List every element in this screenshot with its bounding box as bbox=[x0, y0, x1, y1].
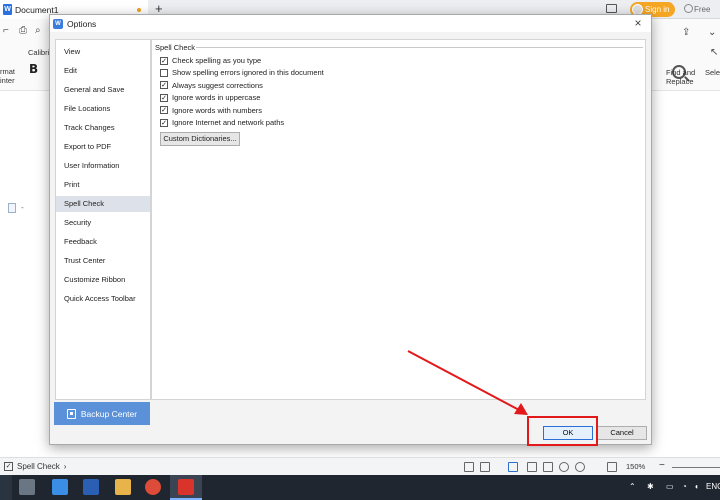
sign-in-label: Sign in bbox=[645, 5, 670, 14]
screen-icon[interactable] bbox=[606, 4, 617, 13]
print-layout-icon[interactable] bbox=[508, 462, 518, 472]
zoom-slider[interactable] bbox=[672, 467, 720, 468]
close-icon[interactable]: × bbox=[631, 16, 645, 30]
option-ignore-words-in-uppercase[interactable]: ✓ Ignore words in uppercase bbox=[160, 93, 260, 102]
nav-item-view[interactable]: View bbox=[56, 44, 150, 60]
eye-protect-icon[interactable] bbox=[575, 462, 585, 472]
battery-icon[interactable]: ▭ bbox=[666, 482, 674, 491]
print-icon[interactable]: ⎙ bbox=[19, 25, 27, 36]
status-bar: ✓ Spell Check › 150% − bbox=[0, 457, 720, 475]
nav-item-track-changes[interactable]: Track Changes bbox=[56, 120, 150, 136]
checkbox-icon[interactable]: ✓ bbox=[160, 93, 168, 102]
notes-app-icon[interactable] bbox=[52, 479, 68, 495]
select-icon[interactable]: ↖ bbox=[710, 47, 718, 58]
select-label: Selec bbox=[705, 68, 720, 77]
doc-edit-icon[interactable] bbox=[480, 462, 490, 472]
option-label: Ignore words in uppercase bbox=[172, 93, 261, 103]
option-label: Show spelling errors ignored in this doc… bbox=[172, 68, 324, 78]
font-name-box[interactable]: Calibri bbox=[28, 48, 49, 57]
nav-item-edit[interactable]: Edit bbox=[56, 63, 150, 79]
option-ignore-words-with-numbers[interactable]: ✓ Ignore words with numbers bbox=[160, 106, 262, 115]
checkbox-icon[interactable] bbox=[160, 68, 168, 77]
free-icon bbox=[684, 4, 693, 13]
nav-item-general-and-save[interactable]: General and Save bbox=[56, 82, 150, 98]
nav-item-file-locations[interactable]: File Locations bbox=[56, 101, 150, 117]
option-label: Check spelling as you type bbox=[172, 56, 262, 65]
browser-app-icon[interactable] bbox=[145, 479, 161, 495]
nav-item-user-information[interactable]: User Information bbox=[56, 158, 150, 174]
reading-view-icon[interactable] bbox=[543, 462, 553, 472]
custom-dictionaries-button[interactable]: Custom Dictionaries... bbox=[160, 132, 240, 146]
backup-icon bbox=[66, 408, 76, 419]
format-painter-label-1: rmat bbox=[0, 67, 15, 76]
tray-chevron-icon[interactable]: ⌃ bbox=[629, 482, 636, 491]
status-spell-check[interactable]: ✓ Spell Check › bbox=[4, 462, 66, 471]
volume-icon[interactable]: ◖ bbox=[694, 482, 699, 491]
status-spell-label: Spell Check bbox=[17, 462, 60, 471]
option-always-suggest-corrections[interactable]: ✓ Always suggest corrections bbox=[160, 81, 263, 90]
option-check-spelling-as-you-type[interactable]: ✓ Check spelling as you type bbox=[160, 56, 261, 65]
nav-item-spell-check[interactable]: Spell Check bbox=[56, 196, 150, 212]
folder-app-icon[interactable] bbox=[115, 479, 131, 495]
nav-item-print[interactable]: Print bbox=[56, 177, 150, 193]
chevron-down-icon[interactable]: ⌄ bbox=[708, 27, 716, 38]
unsaved-dot-icon bbox=[137, 8, 141, 12]
share-icon[interactable]: ⇪ bbox=[682, 27, 690, 38]
doc-protect-icon[interactable] bbox=[464, 462, 474, 472]
free-label[interactable]: Free bbox=[694, 5, 710, 14]
wifi-icon[interactable]: ◔ bbox=[682, 482, 687, 491]
option-label: Ignore Internet and network paths bbox=[172, 118, 285, 127]
checkbox-icon[interactable]: ✓ bbox=[160, 56, 168, 65]
language-indicator[interactable]: ENG bbox=[706, 482, 720, 491]
page-dash: - bbox=[21, 203, 24, 212]
zoom-level[interactable]: 150% bbox=[626, 462, 645, 471]
document-tab-label: Document1 bbox=[15, 4, 59, 15]
bluetooth-icon[interactable]: ✱ bbox=[647, 482, 654, 491]
format-painter-label-2: inter bbox=[0, 76, 15, 85]
find-replace-label-1: Find and bbox=[666, 68, 696, 77]
section-divider bbox=[196, 47, 643, 48]
web-view-icon[interactable] bbox=[559, 462, 569, 472]
nav-item-trust-center[interactable]: Trust Center bbox=[56, 253, 150, 269]
option-ignore-internet-and-network-paths[interactable]: ✓ Ignore Internet and network paths bbox=[160, 118, 284, 127]
spell-check-panel: Spell Check ✓ Check spelling as you type S… bbox=[151, 39, 646, 400]
option-show-spelling-errors-ignored-in-this-document[interactable]: Show spelling errors ignored in this doc… bbox=[160, 68, 324, 77]
find-replace-label-2: Replace bbox=[666, 77, 694, 86]
dialog-title: Options bbox=[67, 18, 97, 29]
preview-icon[interactable]: ⌕ bbox=[35, 25, 41, 36]
outline-view-icon[interactable] bbox=[527, 462, 537, 472]
backup-center-button[interactable]: Backup Center bbox=[54, 402, 150, 425]
nav-item-quick-access-toolbar[interactable]: Quick Access Toolbar bbox=[56, 291, 150, 307]
file-explorer-icon[interactable] bbox=[19, 479, 35, 495]
word-app-icon[interactable] bbox=[83, 479, 99, 495]
cancel-button[interactable]: Cancel bbox=[597, 426, 647, 440]
checkbox-icon[interactable]: ✓ bbox=[160, 118, 168, 127]
spell-check-icon: ✓ bbox=[4, 462, 13, 471]
option-label: Always suggest corrections bbox=[172, 80, 263, 90]
taskbar: ⌃ ✱ ▭ ◔ ◖ ENG bbox=[0, 475, 720, 500]
backup-center-label: Backup Center bbox=[80, 408, 138, 419]
fullscreen-icon[interactable] bbox=[607, 462, 617, 472]
nav-item-customize-ribbon[interactable]: Customize Ribbon bbox=[56, 272, 150, 288]
page-icon bbox=[8, 203, 16, 213]
chevron-right-icon: › bbox=[63, 462, 67, 471]
zoom-out-button[interactable]: − bbox=[659, 460, 665, 471]
nav-item-feedback[interactable]: Feedback bbox=[56, 234, 150, 250]
document-icon: W bbox=[3, 4, 12, 15]
checkbox-icon[interactable]: ✓ bbox=[160, 81, 168, 90]
writer-app-icon[interactable] bbox=[178, 479, 194, 495]
section-title: Spell Check bbox=[155, 43, 196, 52]
dialog-title-bar[interactable]: W Options × bbox=[50, 15, 651, 32]
options-dialog: W Options × View Edit General and Save File… bbox=[49, 14, 652, 445]
options-nav: View Edit General and Save File Locations Tr… bbox=[55, 39, 151, 400]
checkbox-icon[interactable]: ✓ bbox=[160, 106, 168, 115]
bold-button[interactable]: B bbox=[29, 62, 38, 76]
option-label: Ignore words with numbers bbox=[172, 105, 263, 115]
arrow-annotation bbox=[407, 350, 528, 415]
nav-item-export-to-pdf[interactable]: Export to PDF bbox=[56, 139, 150, 155]
nav-item-security[interactable]: Security bbox=[56, 215, 150, 231]
start-button[interactable] bbox=[0, 475, 12, 500]
format-painter-icon[interactable]: ⌐ bbox=[3, 25, 9, 36]
app-logo-icon: W bbox=[53, 18, 63, 29]
